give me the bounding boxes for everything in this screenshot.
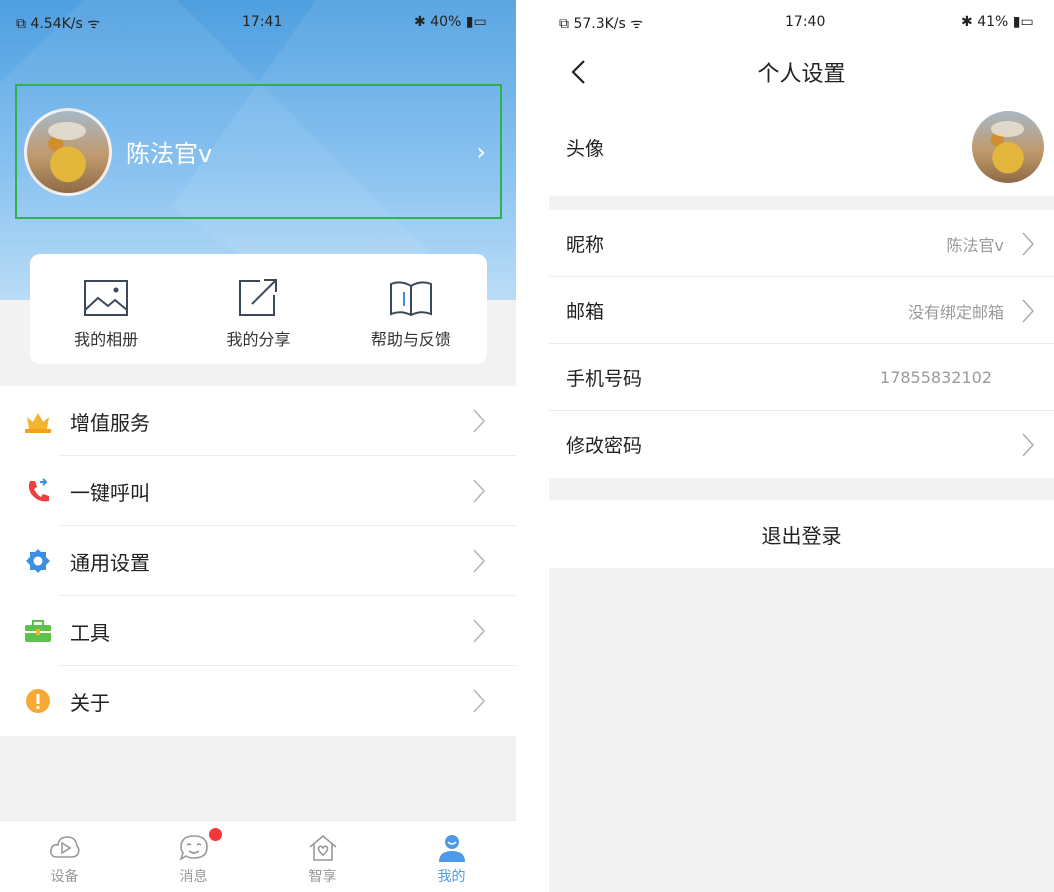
status-bar: ⧉ 4.54K/s ᯤ 17:41 ✱ 40% ▮▭ bbox=[0, 0, 516, 46]
page-title: 个人设置 bbox=[757, 62, 846, 87]
settings-row-label: 头像 bbox=[566, 137, 605, 160]
menu-item-tools[interactable]: 工具 bbox=[0, 596, 516, 666]
phone-call-icon bbox=[24, 477, 52, 505]
tab-mine[interactable]: 我的 bbox=[387, 821, 516, 892]
profile-card[interactable]: 陈法官v › bbox=[15, 84, 502, 219]
status-time: 17:40 bbox=[785, 14, 826, 30]
unread-badge bbox=[208, 828, 222, 841]
avatar[interactable] bbox=[972, 111, 1044, 183]
profile-icon bbox=[438, 835, 465, 862]
settings-row-change-password[interactable]: 修改密码 bbox=[549, 411, 1054, 478]
menu-item-general-settings[interactable]: 通用设置 bbox=[0, 526, 516, 596]
tab-devices[interactable]: 设备 bbox=[0, 821, 129, 892]
profile-name: 陈法官v bbox=[126, 140, 213, 168]
settings-row-email[interactable]: 邮箱 没有绑定邮箱 bbox=[549, 277, 1054, 344]
tab-label: 我的 bbox=[437, 869, 466, 885]
tab-label: 设备 bbox=[50, 869, 79, 885]
bottom-tab-bar: 设备 消息 智享 我的 bbox=[0, 820, 516, 892]
chevron-right-icon bbox=[473, 409, 486, 433]
toolbox-icon bbox=[24, 617, 52, 645]
settings-row-label: 邮箱 bbox=[566, 301, 605, 323]
chevron-right-icon bbox=[473, 619, 486, 643]
menu-item-quick-call[interactable]: 一键呼叫 bbox=[0, 456, 516, 526]
quick-action-label: 帮助与反馈 bbox=[370, 330, 451, 349]
personal-settings-screen: ⧉ 57.3K/s ᯤ 17:40 ✱ 41% ▮▭ 个人设置 头像 昵称 陈法… bbox=[549, 0, 1054, 892]
settings-row-phone[interactable]: 手机号码 17855832102 bbox=[549, 344, 1054, 411]
menu-list: 增值服务 一键呼叫 通用设置 工具 关于 bbox=[0, 386, 516, 736]
quick-action-label: 我的分享 bbox=[226, 330, 291, 349]
settings-row-avatar[interactable]: 头像 bbox=[549, 98, 1054, 196]
album-icon bbox=[84, 280, 129, 316]
tab-label: 智享 bbox=[308, 869, 337, 885]
help-book-icon bbox=[389, 281, 432, 317]
device-play-icon bbox=[49, 836, 80, 858]
chevron-right-icon: › bbox=[476, 137, 486, 166]
chevron-right-icon bbox=[473, 689, 486, 713]
phone-number-value: 17855832102 bbox=[880, 368, 992, 387]
crown-icon bbox=[24, 407, 52, 435]
menu-item-about[interactable]: 关于 bbox=[0, 666, 516, 736]
message-icon bbox=[179, 835, 208, 861]
menu-item-label: 通用设置 bbox=[70, 550, 150, 575]
battery-status: ✱ 40% ▮▭ bbox=[414, 14, 487, 30]
menu-item-label: 增值服务 bbox=[70, 410, 150, 435]
status-bar: ⧉ 57.3K/s ᯤ 17:40 ✱ 41% ▮▭ bbox=[549, 0, 1054, 46]
quick-action-help[interactable]: 帮助与反馈 bbox=[335, 254, 487, 364]
chevron-right-icon bbox=[1022, 232, 1034, 255]
quick-action-share[interactable]: 我的分享 bbox=[182, 254, 334, 364]
profile-screen: ⧉ 4.54K/s ᯤ 17:41 ✱ 40% ▮▭ 陈法官v › 我的相册 我… bbox=[0, 0, 516, 892]
status-time: 17:41 bbox=[242, 14, 283, 30]
chevron-right-icon bbox=[473, 549, 486, 573]
settings-row-label: 修改密码 bbox=[566, 435, 643, 457]
avatar[interactable] bbox=[24, 107, 112, 196]
network-speed: ⧉ 4.54K/s ᯤ bbox=[16, 16, 101, 32]
battery-status: ✱ 41% ▮▭ bbox=[961, 14, 1034, 30]
navigation-bar: 个人设置 bbox=[549, 46, 1054, 98]
smart-home-icon bbox=[308, 834, 337, 861]
tab-messages[interactable]: 消息 bbox=[129, 821, 258, 892]
tab-label: 消息 bbox=[179, 869, 208, 885]
settings-row-label: 手机号码 bbox=[566, 368, 643, 390]
tab-smart-share[interactable]: 智享 bbox=[258, 821, 387, 892]
settings-row-nickname[interactable]: 昵称 陈法官v bbox=[549, 210, 1054, 277]
menu-item-label: 关于 bbox=[70, 690, 110, 715]
email-value: 没有绑定邮箱 bbox=[907, 302, 1004, 322]
menu-item-label: 工具 bbox=[70, 620, 110, 645]
chevron-right-icon bbox=[473, 479, 486, 503]
share-icon bbox=[239, 279, 278, 316]
menu-item-value-added[interactable]: 增值服务 bbox=[0, 386, 516, 456]
logout-button[interactable]: 退出登录 bbox=[549, 500, 1054, 568]
info-icon bbox=[24, 687, 52, 715]
gear-icon bbox=[24, 547, 52, 575]
menu-item-label: 一键呼叫 bbox=[70, 480, 150, 505]
nickname-value: 陈法官v bbox=[946, 235, 1004, 255]
quick-actions: 我的相册 我的分享 帮助与反馈 bbox=[30, 254, 487, 364]
settings-row-label: 昵称 bbox=[566, 234, 605, 256]
section-background bbox=[0, 736, 516, 820]
chevron-right-icon bbox=[1022, 433, 1034, 456]
back-arrow-icon[interactable] bbox=[569, 58, 587, 86]
quick-action-label: 我的相册 bbox=[74, 330, 139, 349]
quick-action-album[interactable]: 我的相册 bbox=[30, 254, 182, 364]
chevron-right-icon bbox=[1022, 299, 1034, 322]
network-speed: ⧉ 57.3K/s ᯤ bbox=[559, 16, 644, 32]
